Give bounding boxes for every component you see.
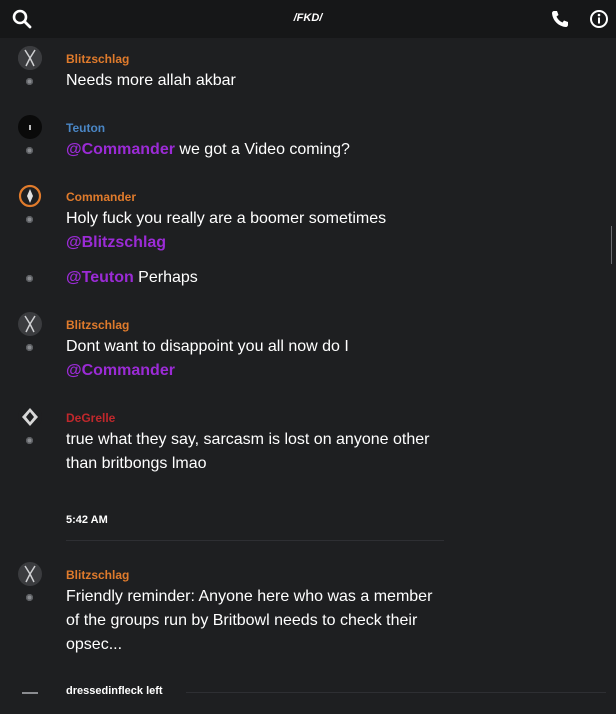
system-event: dressedinfleck left	[0, 684, 616, 702]
mention[interactable]: @Teuton	[66, 269, 134, 286]
status-dot	[26, 437, 33, 444]
status-dot	[26, 216, 33, 223]
message-text: @Teuton Perhaps	[66, 266, 198, 290]
phone-icon[interactable]	[549, 8, 571, 30]
message-author[interactable]: Commander	[66, 190, 136, 204]
scrollbar[interactable]	[611, 226, 616, 264]
status-dot	[26, 78, 33, 85]
info-icon[interactable]	[588, 8, 610, 30]
message-text-part: Perhaps	[133, 269, 198, 286]
message-author[interactable]: Blitzschlag	[66, 568, 129, 582]
message-text: @Commander we got a Video coming?	[66, 138, 350, 162]
channel-title: /FKD/	[293, 12, 323, 24]
mention[interactable]: @Commander	[66, 362, 175, 379]
message-text: opsec...	[66, 636, 123, 653]
leave-icon	[22, 692, 38, 694]
message-author[interactable]: Blitzschlag	[66, 52, 129, 66]
message-author[interactable]: DeGrelle	[66, 411, 115, 425]
message-text: Dont want to disappoint you all now do I	[66, 338, 349, 355]
mention[interactable]: @Commander	[66, 141, 175, 158]
divider	[66, 540, 444, 541]
avatar[interactable]	[18, 46, 42, 70]
avatar[interactable]	[18, 405, 42, 429]
status-dot	[26, 147, 33, 154]
message-text-part: we got a Video coming?	[174, 141, 350, 158]
message-author[interactable]: Blitzschlag	[66, 318, 129, 332]
message-text: @Blitzschlag	[66, 231, 166, 255]
message-text: true what they say, sarcasm is lost on a…	[66, 431, 430, 448]
avatar[interactable]	[18, 115, 42, 139]
message-author[interactable]: Teuton	[66, 121, 105, 135]
message-text: Needs more allah akbar	[66, 72, 236, 89]
top-bar: /FKD/	[0, 0, 616, 38]
status-dot	[26, 275, 33, 282]
timestamp: 5:42 AM	[66, 514, 108, 526]
system-event-text: dressedinfleck left	[66, 685, 163, 697]
divider	[186, 692, 606, 693]
message-text: of the groups run by Britbowl needs to c…	[66, 612, 418, 629]
message-text: @Commander	[66, 359, 175, 383]
status-dot	[26, 344, 33, 351]
status-dot	[26, 594, 33, 601]
avatar[interactable]	[18, 562, 42, 586]
message-text: than britbongs lmao	[66, 455, 207, 472]
avatar[interactable]	[18, 312, 42, 336]
avatar[interactable]	[18, 184, 42, 208]
message-text: Holy fuck you really are a boomer someti…	[66, 210, 387, 227]
message-text: Friendly reminder: Anyone here who was a…	[66, 588, 433, 605]
mention[interactable]: @Blitzschlag	[66, 234, 166, 251]
